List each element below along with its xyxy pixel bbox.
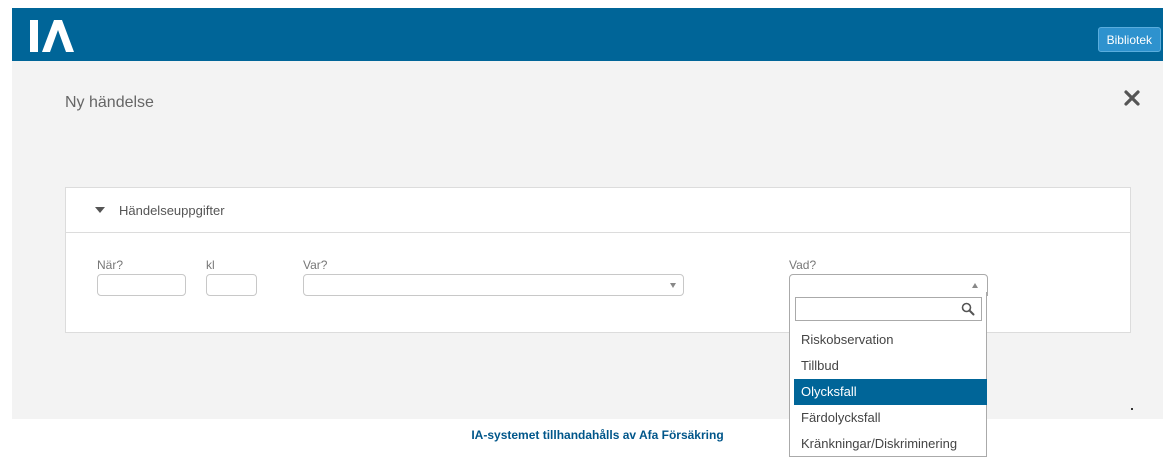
panel-header[interactable]: Händelseuppgifter — [66, 188, 1130, 233]
search-icon — [961, 302, 975, 316]
dropdown-option-riskobservation[interactable]: Riskobservation — [794, 327, 987, 353]
when-input[interactable] — [97, 274, 186, 296]
dropdown-search-input[interactable] — [795, 297, 982, 321]
what-label: Vad? — [789, 258, 817, 272]
page-title: Ny händelse — [65, 94, 154, 111]
footer-text: IA-systemet tillhandahålls av Afa Försäk… — [471, 428, 724, 442]
chevron-down-icon — [670, 283, 676, 288]
time-label: kl — [206, 258, 215, 272]
where-select[interactable] — [303, 274, 684, 296]
dropdown-option-tillbud[interactable]: Tillbud — [794, 353, 987, 379]
library-button[interactable]: Bibliotek — [1097, 27, 1161, 52]
dropdown-option-olycksfall[interactable]: Olycksfall — [794, 379, 987, 405]
top-bar: Bibliotek — [12, 8, 1163, 61]
where-label: Var? — [303, 258, 328, 272]
close-icon[interactable] — [1123, 89, 1141, 107]
main-content: Ny händelse Händelseuppgifter När? kl Va… — [12, 61, 1163, 419]
caret-down-icon[interactable] — [95, 207, 105, 213]
time-input[interactable] — [206, 274, 257, 296]
when-label: När? — [97, 258, 124, 272]
chevron-up-icon — [972, 283, 978, 288]
ia-logo[interactable] — [30, 18, 86, 54]
panel-title: Händelseuppgifter — [119, 203, 225, 218]
stray-dot — [1131, 408, 1133, 410]
